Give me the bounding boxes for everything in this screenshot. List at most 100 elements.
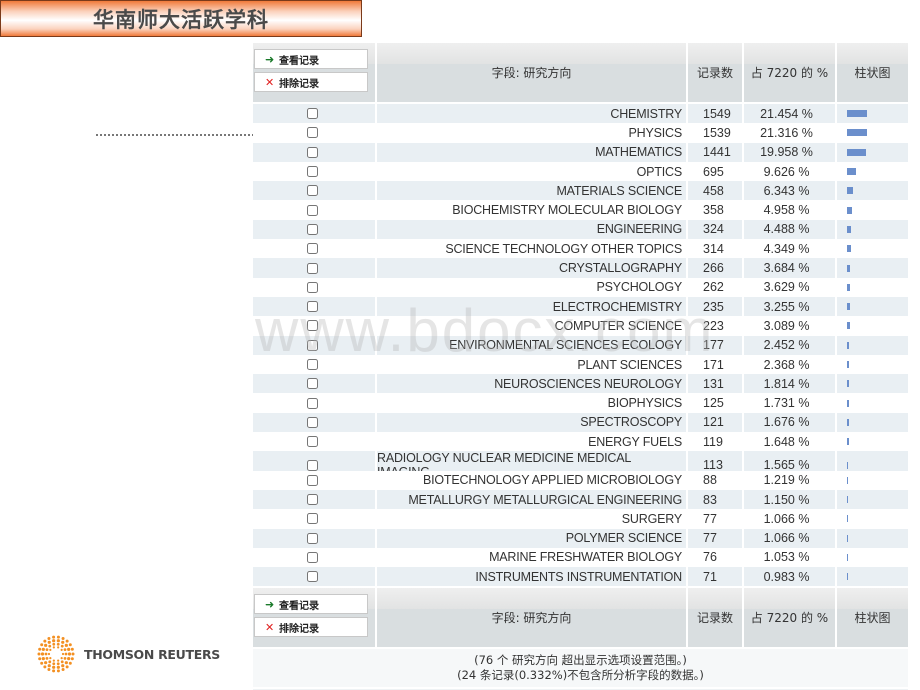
note-out-of-range: (76 个 研究方向 超出显示选项设置范围。): [474, 653, 687, 668]
row-bar: [847, 496, 848, 504]
row-select-checkbox[interactable]: [306, 532, 318, 544]
row-select-checkbox[interactable]: [306, 185, 318, 197]
row-select-checkbox[interactable]: [306, 108, 318, 120]
row-select-checkbox[interactable]: [306, 320, 318, 332]
row-bar: [847, 245, 851, 253]
row-bar-cell: [837, 104, 908, 124]
row-checkbox-cell: [253, 277, 375, 297]
table-row: ENVIRONMENTAL SCIENCES ECOLOGY 177 2.452 %: [253, 335, 908, 355]
row-select-checkbox[interactable]: [306, 513, 318, 525]
arrow-right-icon: ➜: [265, 52, 275, 66]
row-select-checkbox[interactable]: [306, 397, 318, 409]
row-percent: 1.053 %: [744, 547, 835, 568]
table-footer-header: ➜ 查看记录 ✕ 排除记录 字段: 研究方向 记录数 占 7220 的 % 柱状…: [253, 588, 908, 648]
row-select-checkbox[interactable]: [306, 301, 318, 313]
row-bar-cell: [837, 200, 908, 220]
view-records-button[interactable]: ➜ 查看记录: [254, 49, 368, 69]
row-percent: 3.684 %: [744, 258, 835, 278]
action-buttons-cell: ➜ 查看记录 ✕ 排除记录: [253, 43, 375, 102]
row-select-checkbox[interactable]: [306, 378, 318, 390]
row-select-checkbox[interactable]: [306, 551, 318, 563]
row-bar-cell: [837, 296, 908, 317]
row-field: MATHEMATICS: [377, 142, 686, 162]
row-percent: 21.454 %: [744, 104, 835, 124]
footer-header-percent[interactable]: 占 7220 的 %: [744, 588, 835, 648]
table-row: MATERIALS SCIENCE 458 6.343 %: [253, 181, 908, 201]
row-field: CHEMISTRY: [377, 104, 686, 124]
row-bar-cell: [837, 374, 908, 394]
footer-view-records-label: 查看记录: [279, 600, 319, 612]
table-row: SCIENCE TECHNOLOGY OTHER TOPICS 314 4.349 …: [253, 239, 908, 259]
row-percent: 2.452 %: [744, 335, 835, 355]
row-count: 223: [688, 316, 742, 336]
row-select-checkbox[interactable]: [306, 474, 318, 486]
row-select-checkbox[interactable]: [306, 281, 318, 293]
row-bar: [847, 264, 850, 272]
row-select-checkbox[interactable]: [306, 166, 318, 178]
row-bar-cell: [837, 393, 908, 413]
row-select-checkbox[interactable]: [306, 436, 318, 448]
row-bar-cell: [837, 412, 908, 433]
row-count: 131: [688, 374, 742, 394]
close-x-icon: ✕: [265, 620, 275, 634]
row-bar: [847, 341, 849, 349]
row-field: PSYCHOLOGY: [377, 277, 686, 297]
row-bar: [847, 534, 848, 542]
table-row: POLYMER SCIENCE 77 1.066 %: [253, 528, 908, 548]
row-select-checkbox[interactable]: [306, 262, 318, 274]
table-row: OPTICS 695 9.626 %: [253, 161, 908, 182]
row-select-checkbox[interactable]: [306, 204, 318, 216]
row-select-checkbox[interactable]: [306, 127, 318, 139]
row-checkbox-cell: [253, 354, 375, 375]
row-bar-cell: [837, 567, 908, 587]
table-body: CHEMISTRY 1549 21.454 % PHYSICS 1539 21.316 %…: [253, 104, 908, 587]
row-checkbox-cell: [253, 123, 375, 143]
row-select-checkbox[interactable]: [306, 416, 318, 428]
row-select-checkbox[interactable]: [306, 243, 318, 255]
row-percent: 0.983 %: [744, 567, 835, 587]
row-percent: 3.089 %: [744, 316, 835, 336]
row-select-checkbox[interactable]: [306, 571, 318, 583]
footer-header-field[interactable]: 字段: 研究方向: [377, 588, 686, 648]
table-header: ➜ 查看记录 ✕ 排除记录 字段: 研究方向 记录数 占 7220 的 % 柱状…: [253, 43, 908, 102]
header-field[interactable]: 字段: 研究方向: [377, 43, 686, 102]
row-percent: 1.648 %: [744, 432, 835, 452]
row-count: 358: [688, 200, 742, 220]
exclude-records-button[interactable]: ✕ 排除记录: [254, 72, 368, 92]
row-checkbox-cell: [253, 547, 375, 568]
logo-text: THOMSON REUTERS: [84, 646, 221, 662]
footer-header-count[interactable]: 记录数: [688, 588, 742, 648]
row-bar-cell: [837, 547, 908, 568]
footer-view-records-button[interactable]: ➜ 查看记录: [254, 594, 368, 615]
header-count[interactable]: 记录数: [688, 43, 742, 102]
row-select-checkbox[interactable]: [306, 223, 318, 235]
row-field: ELECTROCHEMISTRY: [377, 296, 686, 317]
row-bar-cell: [837, 335, 908, 355]
arrow-right-icon: ➜: [265, 597, 275, 611]
header-percent[interactable]: 占 7220 的 %: [744, 43, 835, 102]
row-percent: 3.255 %: [744, 296, 835, 317]
row-percent: 1.676 %: [744, 412, 835, 433]
row-field: COMPUTER SCIENCE: [377, 316, 686, 336]
row-percent: 2.368 %: [744, 354, 835, 375]
row-bar: [847, 553, 848, 561]
row-bar-cell: [837, 509, 908, 529]
row-select-checkbox[interactable]: [306, 146, 318, 158]
row-select-checkbox[interactable]: [306, 359, 318, 370]
row-field: MARINE FRESHWATER BIOLOGY: [377, 547, 686, 568]
table-row: PSYCHOLOGY 262 3.629 %: [253, 277, 908, 297]
row-count: 262: [688, 277, 742, 297]
footer-action-buttons-cell: ➜ 查看记录 ✕ 排除记录: [253, 588, 375, 648]
row-bar: [847, 461, 848, 469]
row-percent: 1.814 %: [744, 374, 835, 394]
row-bar-cell: [837, 142, 908, 162]
row-bar: [847, 322, 850, 330]
row-field: ENERGY FUELS: [377, 432, 686, 452]
row-select-checkbox[interactable]: [306, 339, 318, 351]
row-percent: 4.488 %: [744, 219, 835, 240]
row-select-checkbox[interactable]: [306, 459, 318, 471]
row-select-checkbox[interactable]: [306, 494, 318, 506]
footer-exclude-records-button[interactable]: ✕ 排除记录: [254, 617, 368, 638]
row-count: 695: [688, 161, 742, 182]
table-row: PHYSICS 1539 21.316 %: [253, 123, 908, 143]
